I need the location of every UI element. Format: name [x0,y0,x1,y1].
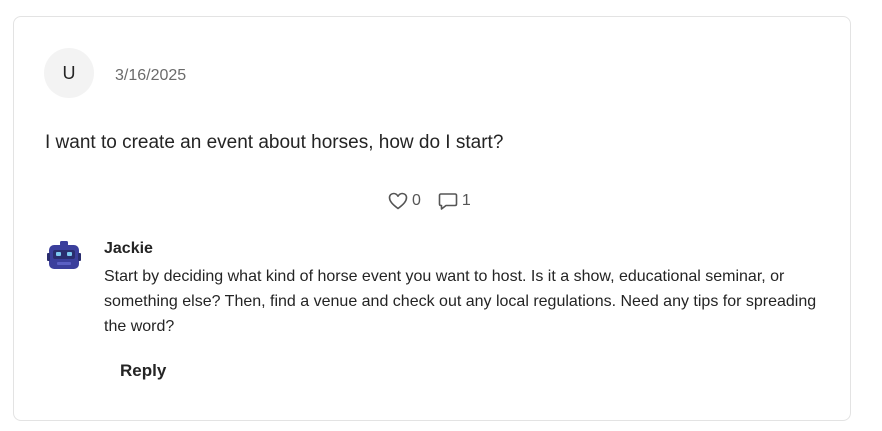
robot-icon [47,240,81,274]
reply-button[interactable]: Reply [108,357,178,385]
reply-content: Jackie Start by deciding what kind of ho… [104,239,824,339]
comment-count: 1 [461,192,471,209]
reply-text: Start by deciding what kind of horse eve… [104,268,817,335]
like-button[interactable]: 0 [388,192,421,210]
reply-author: Jackie [104,240,153,257]
heart-icon [388,192,408,210]
comment-icon [438,192,458,211]
comment-button[interactable]: 1 [438,192,471,211]
post-card: U 3/16/2025 I want to create an event ab… [13,16,851,421]
post-date: 3/16/2025 [115,67,187,84]
user-avatar: U [44,48,94,98]
post-body: I want to create an event about horses, … [45,132,504,153]
user-avatar-initial: U [62,62,76,83]
like-count: 0 [412,192,421,209]
reaction-bar: 0 1 [388,190,471,212]
